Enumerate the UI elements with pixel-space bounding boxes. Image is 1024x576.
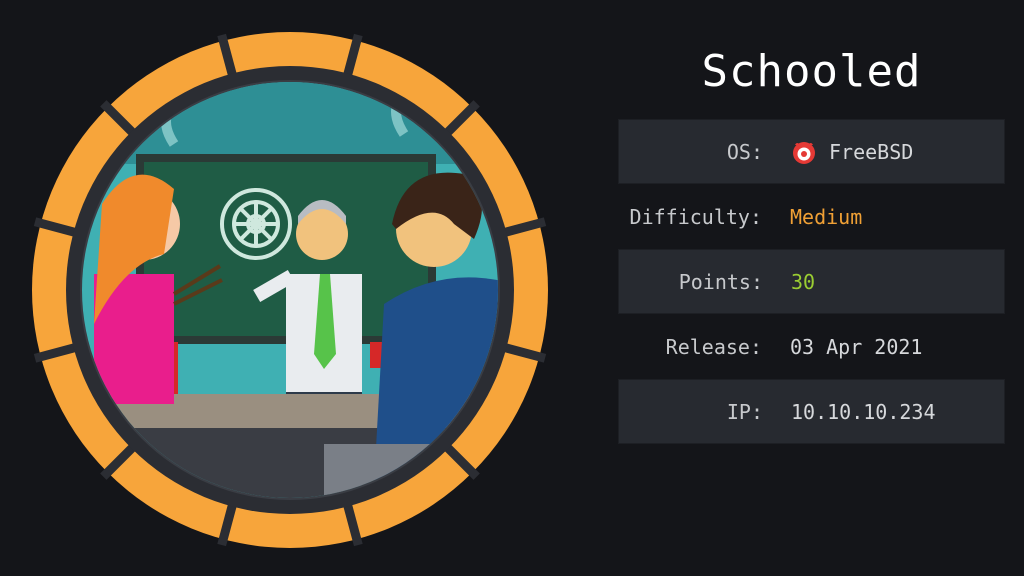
machine-avatar-illustration bbox=[32, 32, 548, 548]
machine-name: Schooled bbox=[701, 46, 922, 97]
os-value: FreeBSD bbox=[829, 139, 914, 164]
os-row: OS: FreeBSD bbox=[618, 119, 1005, 184]
release-value: 03 Apr 2021 bbox=[790, 334, 923, 359]
machine-info-table: OS: FreeBSD Difficulty: Medium Points: 3… bbox=[618, 119, 1005, 444]
freebsd-icon bbox=[791, 139, 817, 165]
difficulty-value: Medium bbox=[790, 204, 863, 229]
os-value-wrap: FreeBSD bbox=[791, 139, 913, 165]
os-label: OS: bbox=[726, 139, 763, 164]
release-row: Release: 03 Apr 2021 bbox=[618, 314, 1005, 379]
difficulty-label: Difficulty: bbox=[629, 204, 762, 229]
ip-label: IP: bbox=[726, 399, 763, 424]
machine-avatar bbox=[24, 24, 556, 556]
difficulty-row: Difficulty: Medium bbox=[618, 184, 1005, 249]
release-label: Release: bbox=[665, 334, 762, 359]
ip-row: IP: 10.10.10.234 bbox=[618, 379, 1005, 444]
points-label: Points: bbox=[678, 269, 763, 294]
points-value: 30 bbox=[791, 269, 816, 294]
ip-value: 10.10.10.234 bbox=[791, 399, 936, 424]
points-row: Points: 30 bbox=[618, 249, 1005, 314]
